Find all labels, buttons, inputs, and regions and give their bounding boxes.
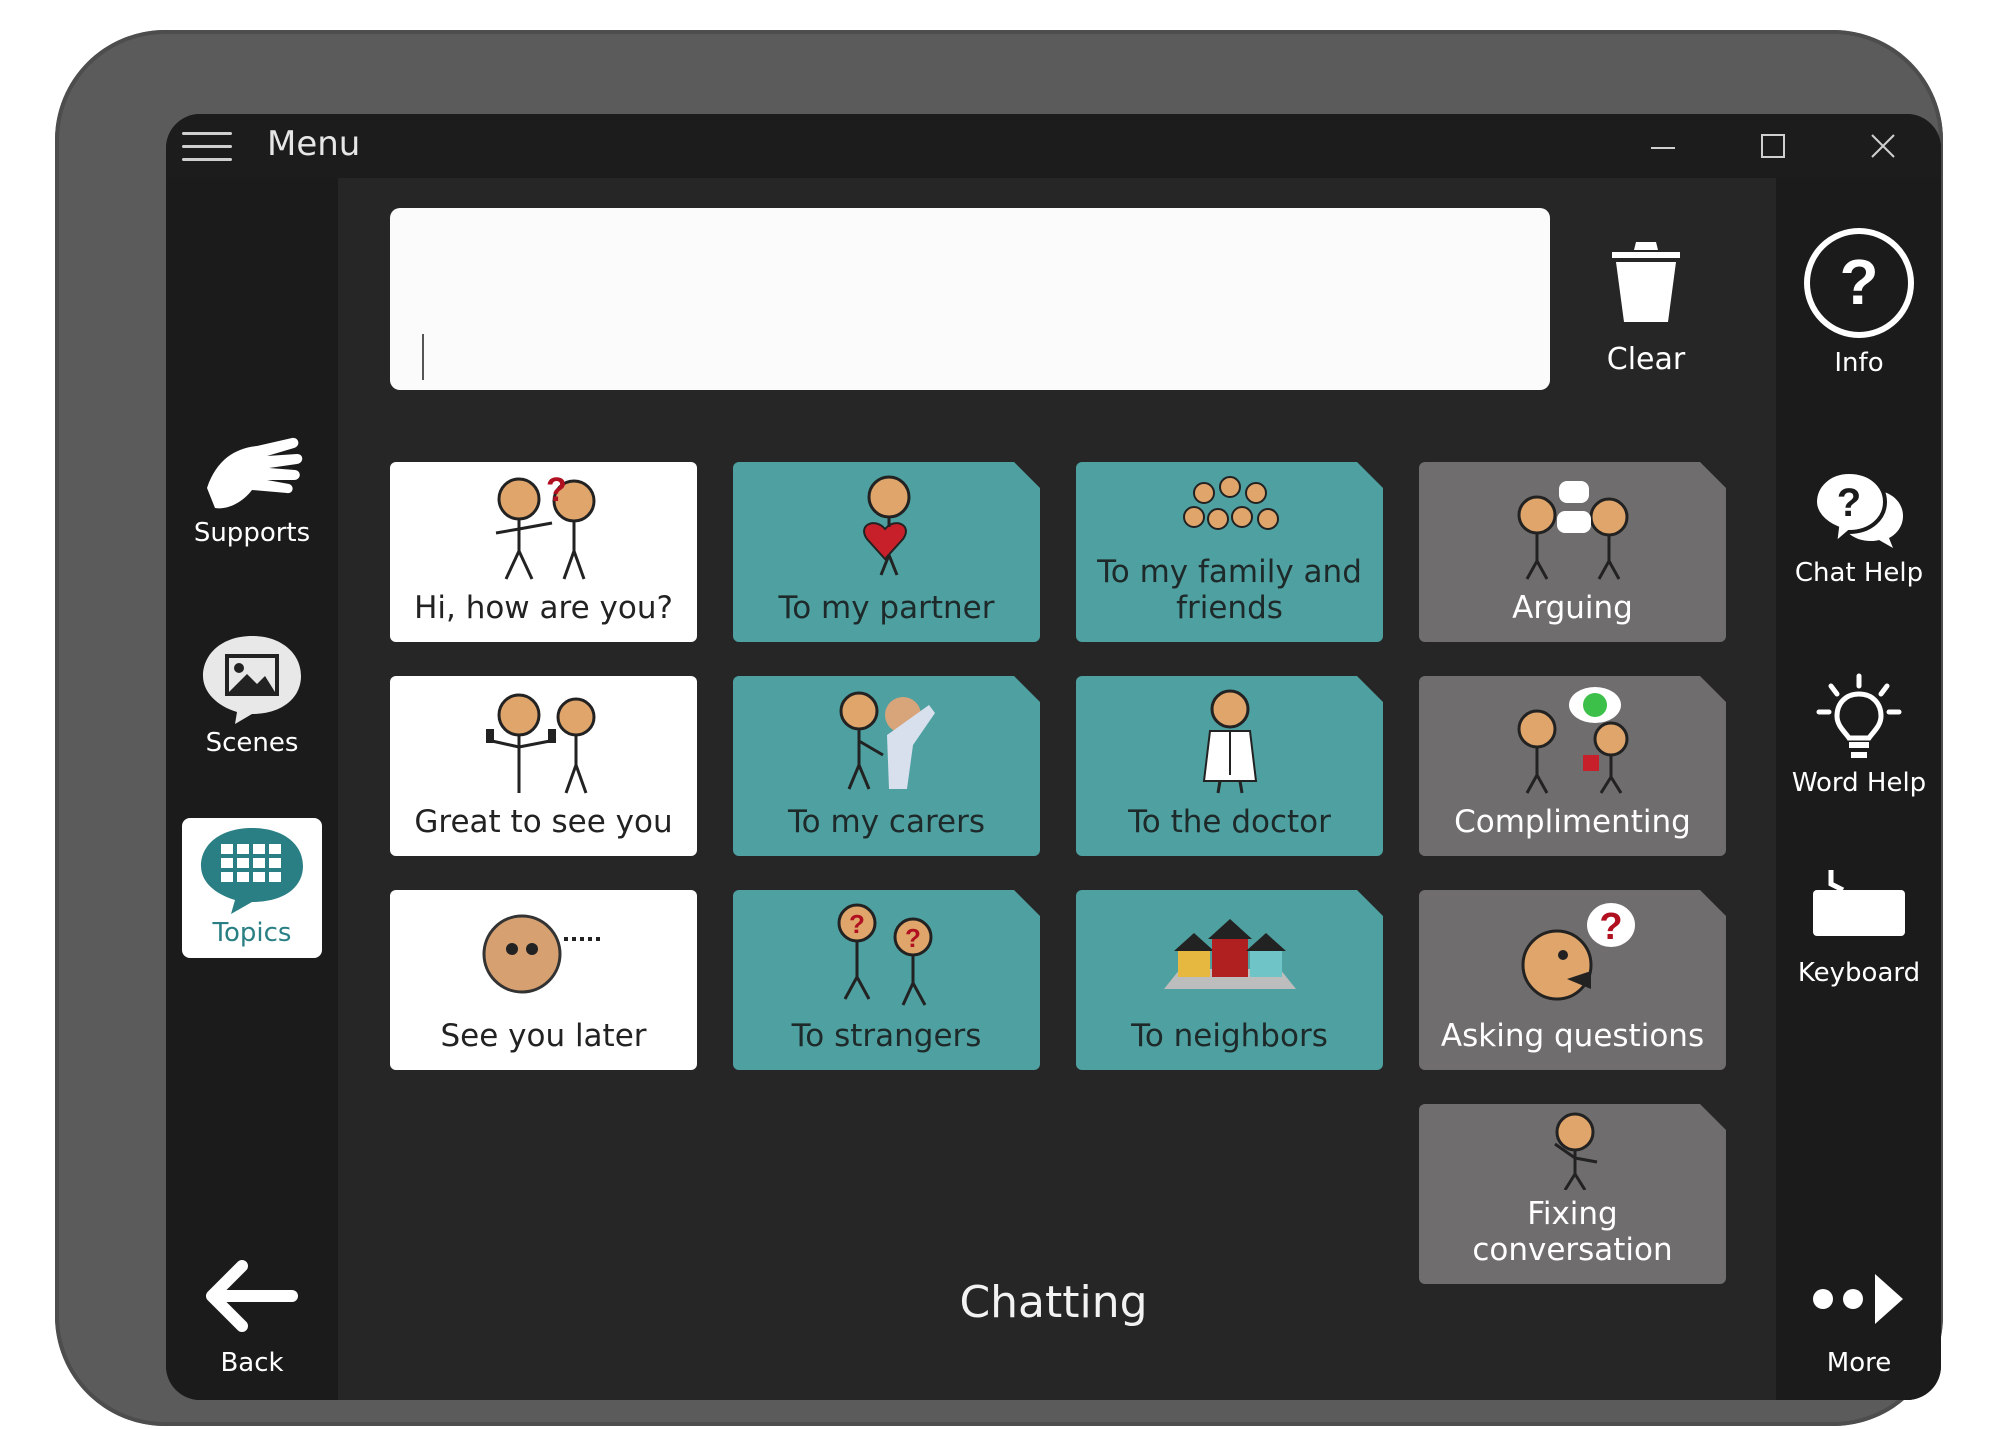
lightbulb-icon [1816,673,1902,758]
trash-icon [1612,242,1680,322]
hand-icon [207,437,303,509]
tile-label: To my family and friends [1097,554,1362,626]
topic-tile-to-my-carers[interactable]: To my carers [733,676,1040,856]
tile-label: To my carers [788,804,985,840]
topic-tile-arguing[interactable]: Arguing [1419,462,1726,642]
carer-person-icon [733,676,1040,804]
clear-label: Clear [1606,342,1686,377]
page-title: Chatting [959,1277,1148,1328]
tile-label: See you later [440,1018,647,1054]
keyboard-icon [1813,870,1905,936]
svg-text:?: ? [849,909,865,939]
text-caret [422,334,424,380]
app-screen: Menu Supports Scenes Topics Back Clear ?… [166,114,1941,1400]
tile-label: Complimenting [1454,804,1691,840]
phrase-tile-hi-how-are-you[interactable]: ? Hi, how are you? [390,462,697,642]
question-circle-icon: ? [1804,228,1914,338]
word-help-button[interactable]: Word Help [1784,628,1934,798]
supports-label: Supports [193,518,311,548]
menu-label[interactable]: Menu [267,124,360,164]
doctor-icon [1076,676,1383,804]
confused-person-icon [1419,1104,1726,1196]
svg-text:?: ? [1837,481,1861,525]
topic-tile-to-my-partner[interactable]: To my partner [733,462,1040,642]
close-icon[interactable] [1863,126,1903,166]
word-help-label: Word Help [1791,768,1927,798]
scenes-button[interactable]: Scenes [176,608,328,758]
info-label: Info [1834,348,1884,378]
title-bar: Menu [166,114,1941,178]
clear-button[interactable]: Clear [1586,234,1706,384]
thumbs-up-people-icon [390,676,697,804]
topic-tile-to-my-family-and-friends[interactable]: To my family and friends [1076,462,1383,642]
svg-text:?: ? [1839,246,1878,318]
family-group-icon [1076,462,1383,554]
topic-tile-to-strangers[interactable]: ? ? To strangers [733,890,1040,1070]
topic-tile-to-neighbors[interactable]: To neighbors [1076,890,1383,1070]
asking-face-icon: ? [1419,890,1726,1018]
phrase-tile-great-to-see-you[interactable]: Great to see you [390,676,697,856]
tablet-frame: Menu Supports Scenes Topics Back Clear ?… [55,30,1943,1426]
hamburger-icon[interactable] [182,128,232,164]
tile-label: To neighbors [1131,1018,1328,1054]
people-greeting-icon: ? [390,462,697,590]
maximize-icon[interactable] [1753,126,1793,166]
chat-help-label: Chat Help [1794,558,1924,588]
minimize-icon[interactable] [1643,126,1683,166]
tile-label: Fixing conversation [1472,1196,1673,1268]
topic-tile-asking-questions[interactable]: ? Asking questions [1419,890,1726,1070]
more-label: More [1826,1348,1892,1378]
person-heart-icon [733,462,1040,590]
topics-button[interactable]: Topics [182,818,322,958]
keyboard-label: Keyboard [1797,958,1921,988]
info-button[interactable]: ? Info [1784,218,1934,378]
strangers-icon: ? ? [733,890,1040,1018]
tile-label: Asking questions [1440,1018,1705,1054]
left-sidebar: Supports Scenes Topics Back [166,178,338,1400]
svg-text:?: ? [905,923,921,953]
right-sidebar: ? Info ? Chat Help Word Help Keyboard Mo… [1776,178,1941,1400]
tile-label: To strangers [791,1018,982,1054]
tile-label: To my partner [778,590,995,626]
supports-button[interactable]: Supports [176,398,328,548]
topic-tile-fixing-conversation[interactable]: Fixing conversation [1419,1104,1726,1284]
scenes-image-icon [203,636,301,724]
tile-label: To the doctor [1128,804,1331,840]
tile-label: Hi, how are you? [414,590,673,626]
scenes-label: Scenes [205,728,299,758]
tile-label: Great to see you [414,804,673,840]
back-label: Back [220,1348,284,1378]
topics-grid-icon [201,828,303,914]
keyboard-button[interactable]: Keyboard [1784,838,1934,988]
arguing-people-icon [1419,462,1726,590]
tile-label: Arguing [1512,590,1633,626]
face-looking-icon [390,890,697,1018]
topics-label: Topics [212,918,292,948]
phrase-tile-see-you-later[interactable]: See you later [390,890,697,1070]
topic-tile-to-the-doctor[interactable]: To the doctor [1076,676,1383,856]
svg-text:?: ? [1599,906,1622,948]
message-input[interactable] [390,208,1550,390]
svg-text:?: ? [546,471,567,509]
complimenting-icon [1419,676,1726,804]
topic-tile-complimenting[interactable]: Complimenting [1419,676,1726,856]
chat-help-button[interactable]: ? Chat Help [1784,418,1934,588]
houses-icon [1076,890,1383,1018]
chat-help-icon: ? [1812,469,1903,549]
